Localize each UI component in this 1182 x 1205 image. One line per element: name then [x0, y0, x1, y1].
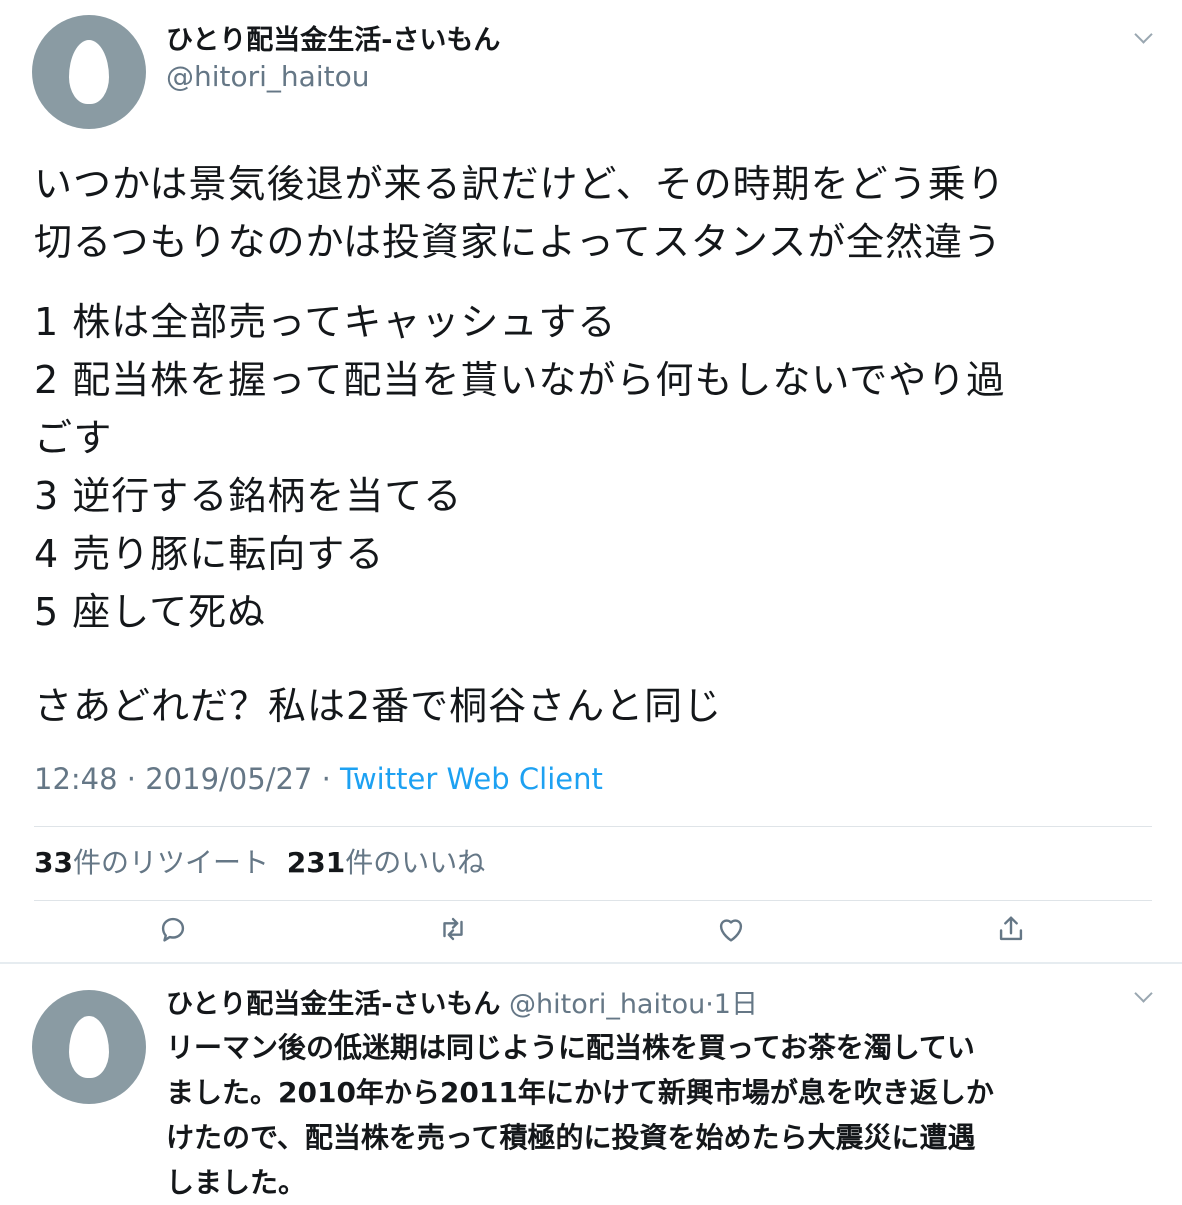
tweet-time[interactable]: 12:48	[34, 762, 118, 796]
reply-line: けたので、配当株を売って積極的に投資を始めたら大震災に遭遇	[166, 1121, 976, 1154]
tweet-meta: 12:48 · 2019/05/27 · Twitter Web Client	[34, 762, 603, 796]
list-item: 3 逆行する銘柄を当てる	[34, 474, 463, 518]
meta-separator: ·	[126, 762, 137, 796]
tweet-list: 1 株は全部売ってキャッシュする 2 配当株を握って配当を貰いながら何もしないで…	[34, 293, 1005, 641]
list-item: ごす	[34, 416, 113, 460]
retweet-icon	[443, 917, 463, 941]
client-link[interactable]: Twitter Web Client	[340, 762, 603, 796]
reply-header: ひとり配当金生活-さいもん @hitori_haitou·1日	[166, 982, 758, 1021]
list-item: 2 配当株を握って配当を貰いながら何もしないでやり過	[34, 358, 1006, 402]
list-item: 5 座して死ぬ	[34, 590, 267, 634]
engagement-stats: 33件のリツイート 231件のいいね	[34, 841, 485, 881]
retweet-count: 33	[34, 846, 73, 879]
meta-separator: ·	[321, 762, 331, 796]
share-icon	[999, 916, 1023, 941]
chevron-down-icon[interactable]	[1134, 984, 1153, 1003]
tweet-paragraph: いつかは景気後退が来る訳だけど、その時期をどう乗り 切るつもりなのかは投資家によ…	[34, 155, 1006, 271]
chevron-down-icon[interactable]	[1134, 25, 1153, 44]
tweet-line: 切るつもりなのかは投資家によってスタンスが全然違う	[34, 220, 1003, 264]
share-button[interactable]	[994, 912, 1028, 946]
retweet-stat[interactable]: 33件のリツイート	[34, 846, 269, 879]
tweet-date[interactable]: 2019/05/27	[145, 762, 312, 796]
tweet-closing: さあどれだ？私は2番で桐谷さんと同じ	[34, 684, 723, 728]
list-item: 1 株は全部売ってキャッシュする	[34, 300, 617, 344]
like-label: 件のいいね	[345, 846, 486, 879]
like-stat[interactable]: 231件のいいね	[287, 846, 485, 879]
like-button[interactable]	[714, 912, 748, 946]
reply-line: しました。	[166, 1166, 307, 1199]
default-egg-icon	[69, 1016, 109, 1078]
list-item: 4 売り豚に転向する	[34, 532, 385, 576]
meta-separator: ·	[705, 989, 714, 1020]
author-avatar[interactable]	[32, 15, 146, 129]
section-divider	[0, 962, 1182, 964]
reply-author-name[interactable]: ひとり配当金生活-さいもん	[166, 989, 500, 1020]
divider	[34, 900, 1152, 901]
reply-icon	[161, 917, 185, 942]
divider	[34, 826, 1152, 827]
like-count: 231	[286, 846, 346, 879]
retweet-label: 件のリツイート	[72, 846, 269, 879]
retweet-button[interactable]	[436, 912, 470, 946]
author-name[interactable]: ひとり配当金生活-さいもん	[166, 18, 500, 57]
reply-line: リーマン後の低迷期は同じように配当株を買ってお茶を濁してい	[166, 1031, 975, 1064]
reply-avatar[interactable]	[32, 990, 146, 1104]
default-egg-icon	[69, 40, 109, 104]
reply-text: リーマン後の低迷期は同じように配当株を買ってお茶を濁してい ました。2010年か…	[166, 1025, 1156, 1205]
author-handle[interactable]: @hitori_haitou	[166, 60, 369, 93]
like-icon	[719, 919, 743, 942]
reply-author-handle[interactable]: @hitori_haitou	[509, 989, 705, 1020]
reply-line: ました。2010年から2011年にかけて新興市場が息を吹き返しか	[166, 1076, 994, 1109]
tweet-line: いつかは景気後退が来る訳だけど、その時期をどう乗り	[34, 162, 1006, 206]
reply-age[interactable]: 1日	[714, 989, 758, 1020]
reply-button[interactable]	[156, 912, 190, 946]
